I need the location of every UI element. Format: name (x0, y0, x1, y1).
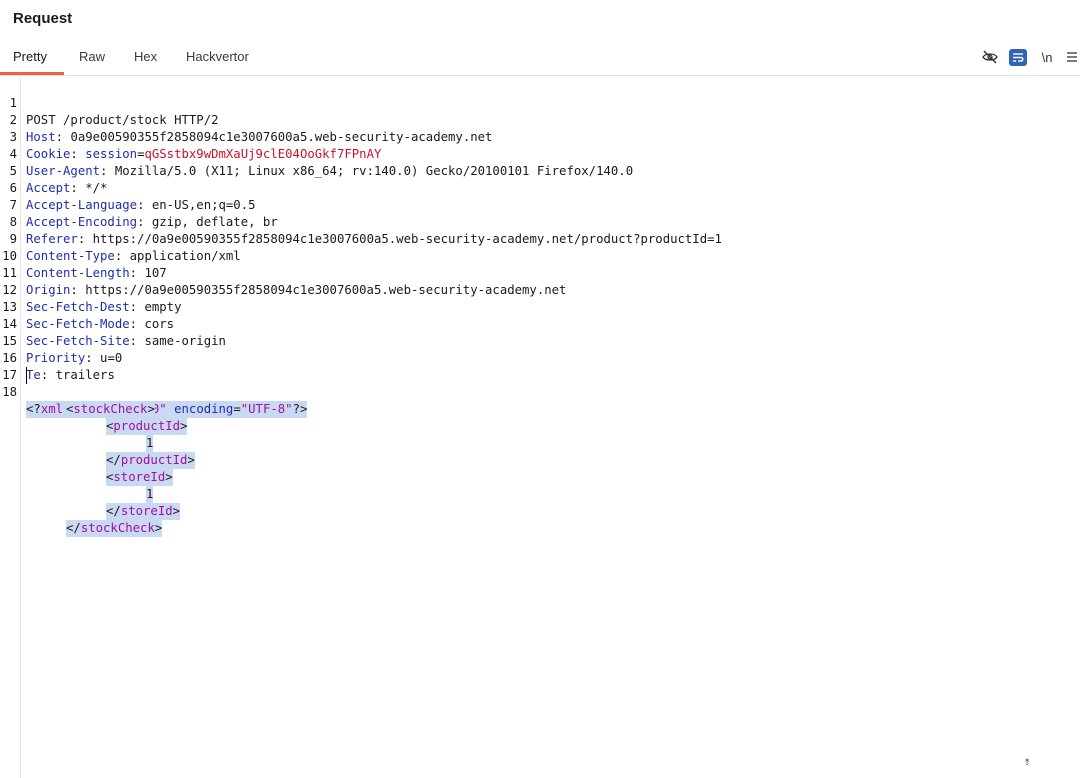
code-line: <stockCheck> (0, 384, 1080, 418)
code-line: </productId> (0, 435, 1080, 469)
code-line: 11 Origin: https://0a9e00590355f2858094c… (0, 248, 1080, 297)
code-line: <storeId> (0, 452, 1080, 486)
code-line: 9 Content-Type: application/xml (0, 214, 1080, 263)
code-line: 3 Cookie: session=qGSstbx9wDmXaUj9clE04O… (0, 112, 1080, 161)
code-line: 1 (0, 469, 1080, 503)
code-line: 7 Accept-Encoding: gzip, deflate, br (0, 180, 1080, 229)
code-line: 18 <?xml version="1.0" encoding="UTF-8"?… (0, 367, 1080, 418)
code-line: 16 Te: trailers (0, 333, 1080, 382)
request-editor[interactable]: 1 POST /product/stock HTTP/2 2 Host: 0a9… (0, 76, 1080, 778)
code-line: 4 User-Agent: Mozilla/5.0 (X11; Linux x8… (0, 129, 1080, 178)
code-line: </storeId> (0, 486, 1080, 520)
code-line: 8 Referer: https://0a9e00590355f2858094c… (0, 197, 1080, 246)
code-line: 10 Content-Length: 107 (0, 231, 1080, 280)
code-line: 15 Priority: u=0 (0, 316, 1080, 365)
xml-close-tag: </stockCheck> (66, 520, 163, 537)
hamburger-menu-icon[interactable] (1065, 48, 1079, 66)
code-line: 1 (0, 418, 1080, 452)
code-line: </stockCheck> (0, 503, 1080, 537)
word-wrap-icon[interactable] (1009, 49, 1027, 66)
code-line: 12 Sec-Fetch-Dest: empty (0, 265, 1080, 314)
resize-grip-icon[interactable]: ⥉ (1025, 757, 1029, 768)
tab-pretty[interactable]: Pretty (13, 49, 47, 64)
tab-raw[interactable]: Raw (79, 49, 105, 64)
text-cursor (26, 367, 27, 384)
panel-title: Request (13, 10, 73, 27)
newline-toggle[interactable]: \n (1039, 48, 1055, 66)
tab-hex[interactable]: Hex (134, 49, 157, 64)
code-line: 14 Sec-Fetch-Site: same-origin (0, 299, 1080, 348)
active-tab-indicator (0, 72, 64, 75)
editor-tab-bar: Pretty Raw Hex Hackvertor \n (0, 40, 1080, 76)
tab-hackvertor[interactable]: Hackvertor (186, 49, 249, 64)
code-line: 2 Host: 0a9e00590355f2858094c1e3007600a5… (0, 95, 1080, 144)
code-line: 5 Accept: */* (0, 146, 1080, 195)
code-line: 1 POST /product/stock HTTP/2 (0, 78, 1080, 127)
code-line: 17 (0, 350, 1080, 382)
code-line: <productId> (0, 401, 1080, 435)
eye-slash-icon[interactable] (981, 48, 999, 66)
code-line: 6 Accept-Language: en-US,en;q=0.5 (0, 163, 1080, 212)
code-line: 13 Sec-Fetch-Mode: cors (0, 282, 1080, 331)
